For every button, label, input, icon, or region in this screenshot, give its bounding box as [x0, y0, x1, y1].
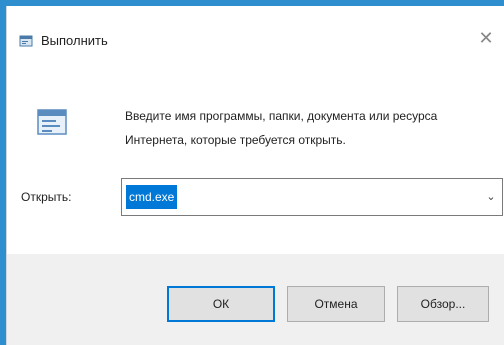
- open-input[interactable]: cmd.exe: [126, 185, 178, 209]
- close-button[interactable]: ✕: [474, 26, 498, 50]
- chevron-down-icon[interactable]: ⌄: [484, 189, 498, 205]
- open-label: Открыть:: [21, 190, 72, 204]
- cancel-button[interactable]: Отмена: [287, 286, 385, 322]
- dialog-description: Введите имя программы, папки, документа …: [125, 109, 438, 147]
- close-icon: ✕: [478, 28, 494, 48]
- open-combobox[interactable]: cmd.exe ⌄: [121, 178, 503, 216]
- dialog-footer: ОК Отмена Обзор...: [7, 254, 504, 345]
- ok-button[interactable]: ОК: [167, 286, 275, 322]
- run-app-icon: [19, 34, 33, 48]
- title-bar: Выполнить ✕: [7, 6, 504, 62]
- dialog-title: Выполнить: [41, 33, 108, 48]
- run-dialog-icon: [35, 106, 69, 140]
- browse-button[interactable]: Обзор...: [397, 286, 489, 322]
- run-dialog: Выполнить ✕ Введите имя программы, папки…: [6, 6, 504, 345]
